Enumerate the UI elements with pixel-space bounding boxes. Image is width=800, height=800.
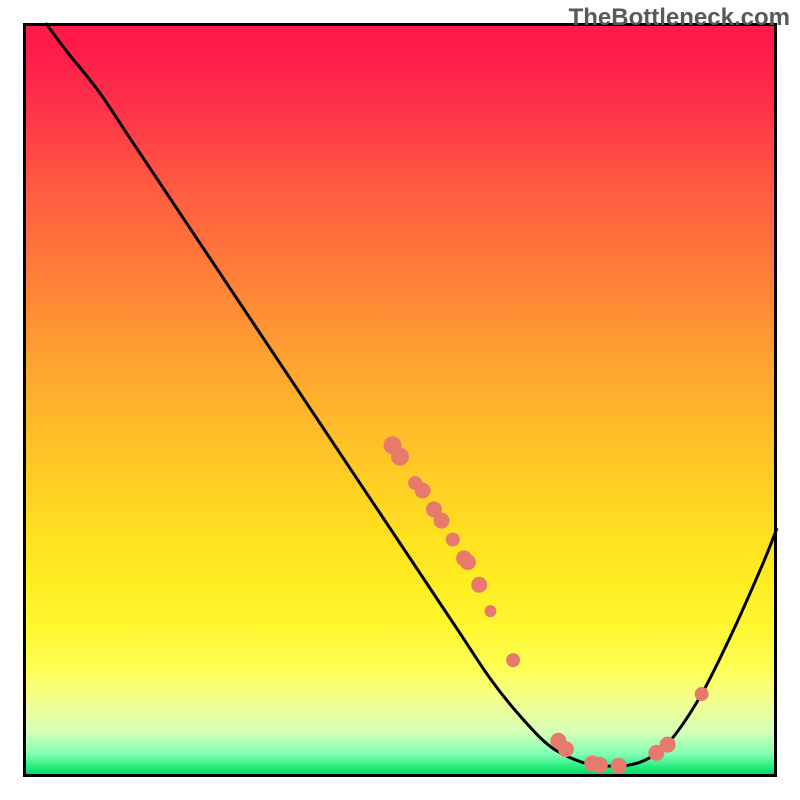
data-marker (695, 687, 709, 701)
data-marker (460, 554, 476, 570)
data-marker (415, 482, 431, 498)
chart-svg (23, 23, 777, 777)
data-marker (484, 605, 496, 617)
data-marker (446, 532, 460, 546)
data-marker (471, 577, 487, 593)
attribution-text: TheBottleneck.com (569, 4, 790, 32)
plot-area (23, 23, 777, 777)
data-marker (592, 757, 608, 773)
data-marker (660, 737, 676, 753)
data-marker (506, 653, 520, 667)
data-marker (558, 741, 574, 757)
data-marker (391, 448, 409, 466)
data-marker (611, 758, 627, 774)
bottleneck-curve (46, 23, 777, 766)
data-marker (433, 513, 449, 529)
chart-container: TheBottleneck.com (0, 0, 800, 800)
